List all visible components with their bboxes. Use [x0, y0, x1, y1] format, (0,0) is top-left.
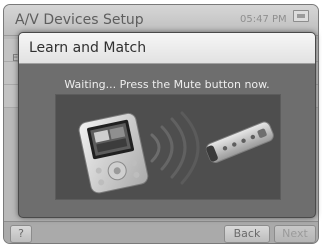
- dialog-title: Learn and Match: [29, 40, 147, 56]
- illustration-svg: [56, 95, 280, 199]
- learn-match-dialog: Learn and Match Waiting... Press the Mut…: [18, 32, 316, 218]
- help-button[interactable]: ?: [10, 225, 32, 243]
- footer-bar: ? Back Next: [4, 221, 318, 243]
- clock: 05:47 PM: [240, 14, 287, 25]
- battery-icon: [293, 10, 309, 22]
- app-title: A/V Devices Setup: [15, 12, 144, 28]
- next-button[interactable]: Next: [274, 225, 316, 243]
- dialog-message: Waiting... Press the Mute button now.: [64, 78, 270, 91]
- dialog-header: Learn and Match: [19, 33, 315, 64]
- learn-illustration: [55, 94, 281, 200]
- back-button[interactable]: Back: [224, 225, 270, 243]
